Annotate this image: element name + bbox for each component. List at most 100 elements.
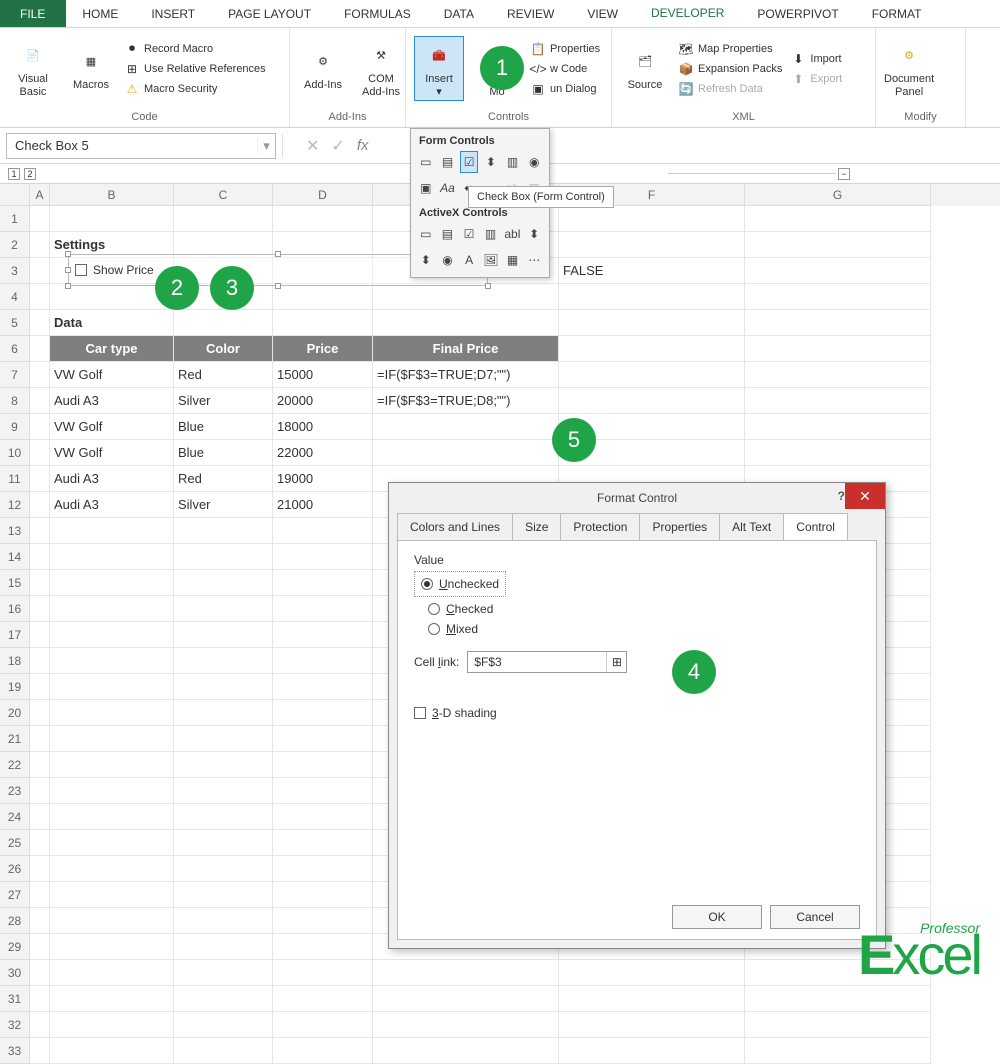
tab-size[interactable]: Size	[512, 513, 561, 540]
header-price[interactable]: Price	[273, 336, 373, 362]
table-row[interactable]	[30, 960, 931, 986]
use-relative-button[interactable]: ⊞Use Relative References	[124, 61, 266, 77]
row-header-21[interactable]: 21	[0, 726, 30, 752]
checkbox-3d-shading[interactable]: 3-D shading	[414, 703, 860, 723]
row-header-33[interactable]: 33	[0, 1038, 30, 1064]
expansion-packs-button[interactable]: 📦Expansion Packs	[678, 61, 782, 77]
table-row[interactable]: Audi A3Silver20000=IF($F$3=TRUE;D8;"")	[30, 388, 931, 414]
row-header-26[interactable]: 26	[0, 856, 30, 882]
row-header-15[interactable]: 15	[0, 570, 30, 596]
row-header-32[interactable]: 32	[0, 1012, 30, 1038]
header-color[interactable]: Color	[174, 336, 273, 362]
row-header-9[interactable]: 9	[0, 414, 30, 440]
insert-button[interactable]: 🧰 Insert▾	[414, 36, 464, 100]
row-header-23[interactable]: 23	[0, 778, 30, 804]
table-row[interactable]: VW GolfBlue18000	[30, 414, 931, 440]
tab-developer[interactable]: DEVELOPER	[635, 0, 741, 27]
radio-mixed[interactable]: Mixed	[428, 619, 860, 639]
tab-control[interactable]: Control	[783, 513, 848, 540]
name-box-dropdown-icon[interactable]: ▾	[257, 138, 275, 154]
form-option-icon[interactable]: ◉	[525, 151, 543, 173]
properties-button[interactable]: 📋Properties	[530, 41, 600, 57]
cell[interactable]: Silver	[174, 388, 273, 414]
cell[interactable]: Silver	[174, 492, 273, 518]
col-header-A[interactable]: A	[30, 184, 50, 206]
row-header-11[interactable]: 11	[0, 466, 30, 492]
visual-basic-button[interactable]: 📄 Visual Basic	[8, 39, 58, 97]
row-header-2[interactable]: 2	[0, 232, 30, 258]
form-groupbox-icon[interactable]: ▣	[417, 177, 435, 199]
form-button-icon[interactable]: ▭	[417, 151, 435, 173]
export-button[interactable]: ⬆Export	[790, 71, 842, 87]
ok-button[interactable]: OK	[672, 905, 762, 929]
cell[interactable]	[373, 414, 559, 440]
row-header-30[interactable]: 30	[0, 960, 30, 986]
row-header-3[interactable]: 3	[0, 258, 30, 284]
cell-link-input[interactable]: $F$3 ⊞	[467, 651, 627, 673]
cell[interactable]: Red	[174, 362, 273, 388]
tab-insert[interactable]: INSERT	[135, 0, 212, 27]
cell[interactable]	[373, 440, 559, 466]
cell[interactable]: Blue	[174, 440, 273, 466]
radio-checked[interactable]: Checked	[428, 599, 860, 619]
ax-more-icon[interactable]: ⋯	[525, 249, 543, 271]
checkbox-icon[interactable]	[75, 264, 87, 276]
row-header-7[interactable]: 7	[0, 362, 30, 388]
cell[interactable]: 18000	[273, 414, 373, 440]
macros-button[interactable]: ▦ Macros	[66, 45, 116, 91]
tab-powerpivot[interactable]: POWERPIVOT	[741, 0, 855, 27]
row-header-10[interactable]: 10	[0, 440, 30, 466]
row-header-6[interactable]: 6	[0, 336, 30, 362]
map-properties-button[interactable]: 🗺Map Properties	[678, 41, 782, 57]
cell-data[interactable]: Data	[50, 310, 174, 336]
cell[interactable]: VW Golf	[50, 362, 174, 388]
cell[interactable]: =IF($F$3=TRUE;D7;"")	[373, 362, 559, 388]
ax-spinner-icon[interactable]: ⬍	[417, 249, 435, 271]
form-checkbox-icon[interactable]: ☑	[460, 151, 478, 173]
cell[interactable]: 19000	[273, 466, 373, 492]
tab-home[interactable]: HOME	[66, 0, 135, 27]
form-spinner-icon[interactable]: ⬍	[482, 151, 500, 173]
tab-view[interactable]: VIEW	[571, 0, 635, 27]
cell[interactable]: Audi A3	[50, 388, 174, 414]
cell[interactable]: 22000	[273, 440, 373, 466]
enter-formula-icon[interactable]: ✓	[331, 136, 344, 156]
row-header-29[interactable]: 29	[0, 934, 30, 960]
ax-toggle-icon[interactable]: ▦	[504, 249, 522, 271]
row-header-8[interactable]: 8	[0, 388, 30, 414]
macro-security-button[interactable]: ⚠Macro Security	[124, 81, 266, 97]
table-row[interactable]: VW GolfRed15000=IF($F$3=TRUE;D7;"")	[30, 362, 931, 388]
dialog-help-icon[interactable]: ?	[838, 489, 845, 503]
row-header-24[interactable]: 24	[0, 804, 30, 830]
cell[interactable]: VW Golf	[50, 414, 174, 440]
cell[interactable]: 15000	[273, 362, 373, 388]
row-header-20[interactable]: 20	[0, 700, 30, 726]
source-button[interactable]: 🗂Source	[620, 45, 670, 91]
ax-textbox-icon[interactable]: abl	[503, 223, 521, 245]
row-header-18[interactable]: 18	[0, 648, 30, 674]
table-row[interactable]	[30, 986, 931, 1012]
row-header-12[interactable]: 12	[0, 492, 30, 518]
ax-image-icon[interactable]: 🖼	[482, 249, 500, 271]
col-header-D[interactable]: D	[273, 184, 373, 206]
document-panel-button[interactable]: ⚙Document Panel	[884, 39, 934, 97]
tab-colors-lines[interactable]: Colors and Lines	[397, 513, 513, 540]
col-header-C[interactable]: C	[174, 184, 273, 206]
row-header-31[interactable]: 31	[0, 986, 30, 1012]
refresh-data-button[interactable]: 🔄Refresh Data	[678, 81, 782, 97]
col-header-B[interactable]: B	[50, 184, 174, 206]
import-button[interactable]: ⬇Import	[790, 51, 842, 67]
tab-formulas[interactable]: FORMULAS	[328, 0, 428, 27]
ax-checkbox-icon[interactable]: ☑	[460, 223, 478, 245]
cell[interactable]: Red	[174, 466, 273, 492]
outline-collapse[interactable]: −	[838, 168, 850, 180]
cell[interactable]: Audi A3	[50, 492, 174, 518]
outline-2[interactable]: 2	[24, 168, 36, 180]
name-box[interactable]: Check Box 5 ▾	[6, 133, 276, 159]
cell[interactable]: Audi A3	[50, 466, 174, 492]
cell-F3[interactable]: FALSE	[559, 258, 745, 284]
cell[interactable]: VW Golf	[50, 440, 174, 466]
cell[interactable]: =IF($F$3=TRUE;D8;"")	[373, 388, 559, 414]
ax-button-icon[interactable]: ▭	[417, 223, 435, 245]
row-header-17[interactable]: 17	[0, 622, 30, 648]
